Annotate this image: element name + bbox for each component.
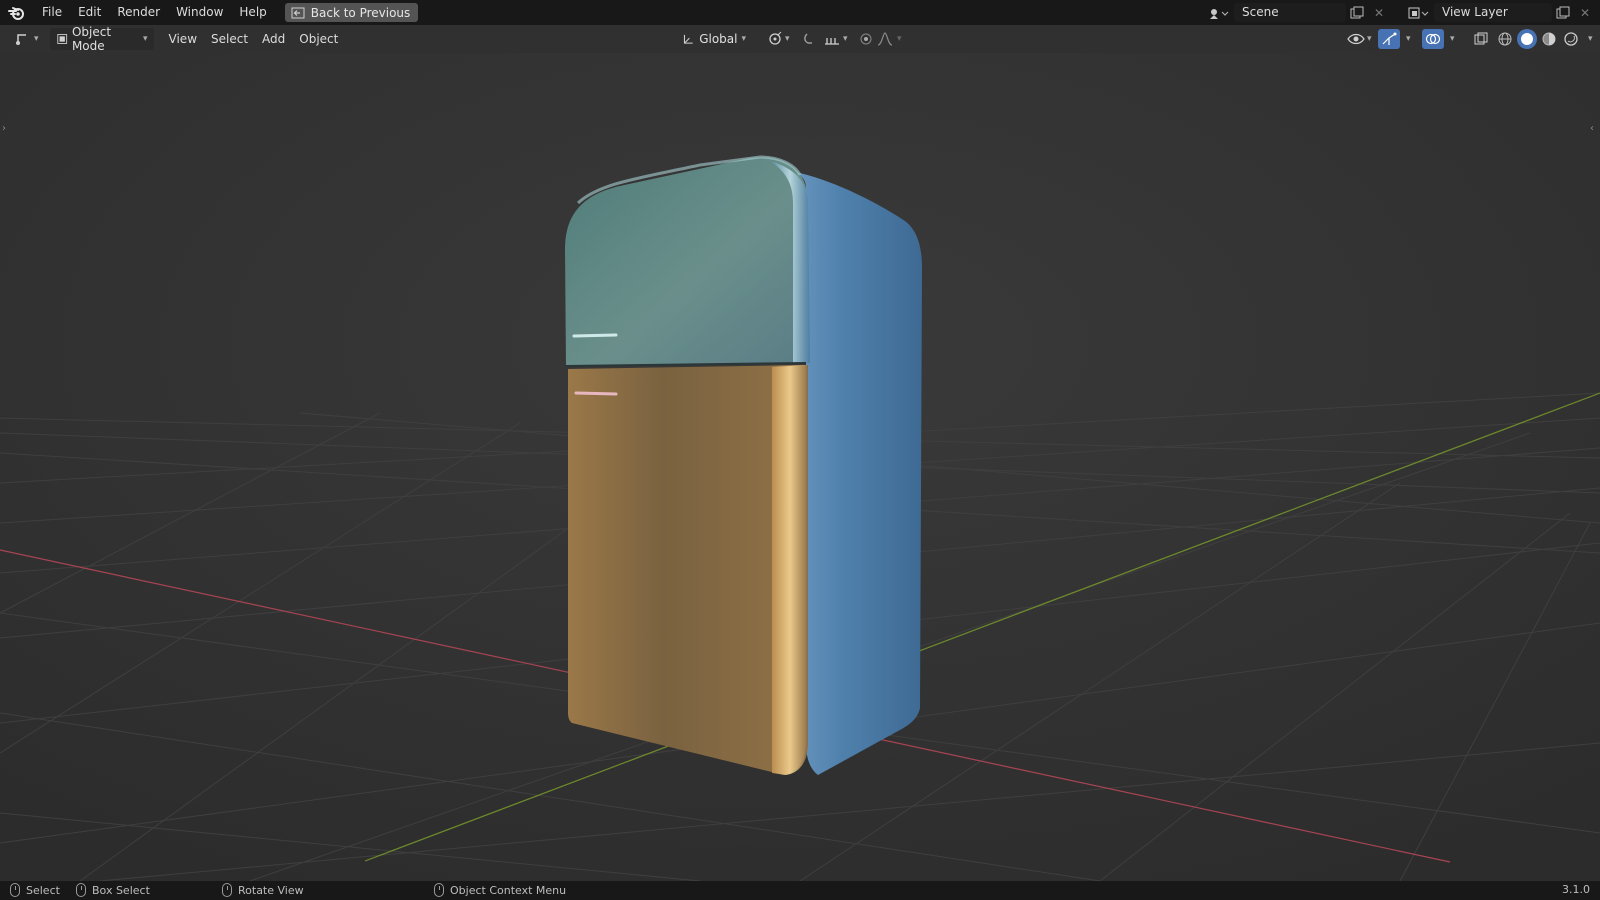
scene-icon[interactable] [1204,3,1234,22]
fridge-bottom-door [568,365,806,775]
scene-selector: Scene ✕ [1204,3,1390,22]
bottom-door-handle [574,391,618,396]
back-icon [291,7,305,18]
snap-icon[interactable]: ▾ [796,28,855,50]
shading-rendered-icon[interactable] [1561,29,1581,49]
scene-name-field[interactable]: Scene [1234,3,1346,22]
mouse-left-icon [10,883,20,897]
object-mode-icon [56,34,67,44]
menu-window[interactable]: Window [168,0,231,25]
gizmo-icon[interactable] [1378,29,1400,49]
proportional-edit-icon[interactable]: ▾ [852,28,909,50]
viewport-canvas[interactable] [0,53,1600,881]
orientation-label: Global [699,32,738,46]
transform-orientation-icon [683,34,693,44]
transform-orientation-dropdown[interactable]: Global ▾ [676,28,752,50]
top-door-handle [572,333,618,338]
pivot-icon[interactable]: ▾ [760,28,797,50]
delete-view-layer-icon[interactable]: ✕ [1574,3,1596,22]
shading-modes: ▾ [1494,29,1593,49]
status-context-menu: Object Context Menu [434,883,566,897]
back-to-previous-button[interactable]: Back to Previous [284,3,419,22]
new-scene-icon[interactable] [1346,3,1368,22]
blender-logo-icon[interactable] [0,0,34,25]
gizmo-toggle[interactable]: ▾ [1378,29,1411,49]
xray-icon[interactable] [1470,29,1492,48]
version-label: 3.1.0 [1562,883,1590,896]
delete-scene-icon[interactable]: ✕ [1368,3,1390,22]
overlay-icon[interactable] [1422,29,1444,49]
shading-material-icon[interactable] [1539,29,1559,49]
visibility-icon[interactable]: ▾ [1340,28,1379,50]
new-view-layer-icon[interactable] [1552,3,1574,22]
sidebar-expand-icon[interactable]: ‹ [1590,123,1594,134]
menu-edit[interactable]: Edit [70,0,109,25]
toolbar-expand-icon[interactable]: › [2,123,6,134]
status-context-menu-label: Object Context Menu [450,883,567,897]
fridge-side-panel [790,171,922,775]
menu-object[interactable]: Object [292,28,345,50]
status-box-select-label: Box Select [92,883,150,897]
status-select: Select [10,883,60,897]
view-layer-selector: View Layer ✕ [1404,3,1596,22]
menu-file[interactable]: File [34,0,70,25]
status-box-select: Box Select [76,883,150,897]
fridge-bottom-edge [772,365,808,775]
object-mode-dropdown[interactable]: Object Mode ▾ [49,25,154,53]
status-rotate-view: Rotate View [222,883,304,897]
mouse-middle-icon [222,883,232,897]
menu-view[interactable]: View [162,28,204,50]
mode-label: Object Mode [71,25,112,53]
viewport-header: ▾ Object Mode ▾ View Select Add Object G… [0,25,1600,53]
mouse-drag-icon [76,883,86,897]
editor-type-icon[interactable]: ▾ [8,28,46,50]
3d-viewport[interactable]: › ‹ [0,53,1600,881]
shading-solid-icon[interactable] [1517,29,1537,49]
menu-render[interactable]: Render [109,0,168,25]
status-select-label: Select [26,883,60,897]
fridge-object[interactable] [565,155,922,775]
menu-help[interactable]: Help [231,0,274,25]
overlay-toggle[interactable]: ▾ [1422,29,1455,49]
view-layer-name-field[interactable]: View Layer [1434,3,1552,22]
shading-wireframe-icon[interactable] [1495,29,1515,49]
back-button-label: Back to Previous [310,5,411,20]
status-bar: Select Box Select Rotate View Object Con… [0,881,1600,900]
view-layer-icon[interactable] [1404,3,1434,22]
menu-select[interactable]: Select [204,28,255,50]
top-menu-bar: File Edit Render Window Help Back to Pre… [0,0,1600,25]
mouse-right-icon [434,883,444,897]
menu-add[interactable]: Add [255,28,292,50]
status-rotate-view-label: Rotate View [238,883,304,897]
